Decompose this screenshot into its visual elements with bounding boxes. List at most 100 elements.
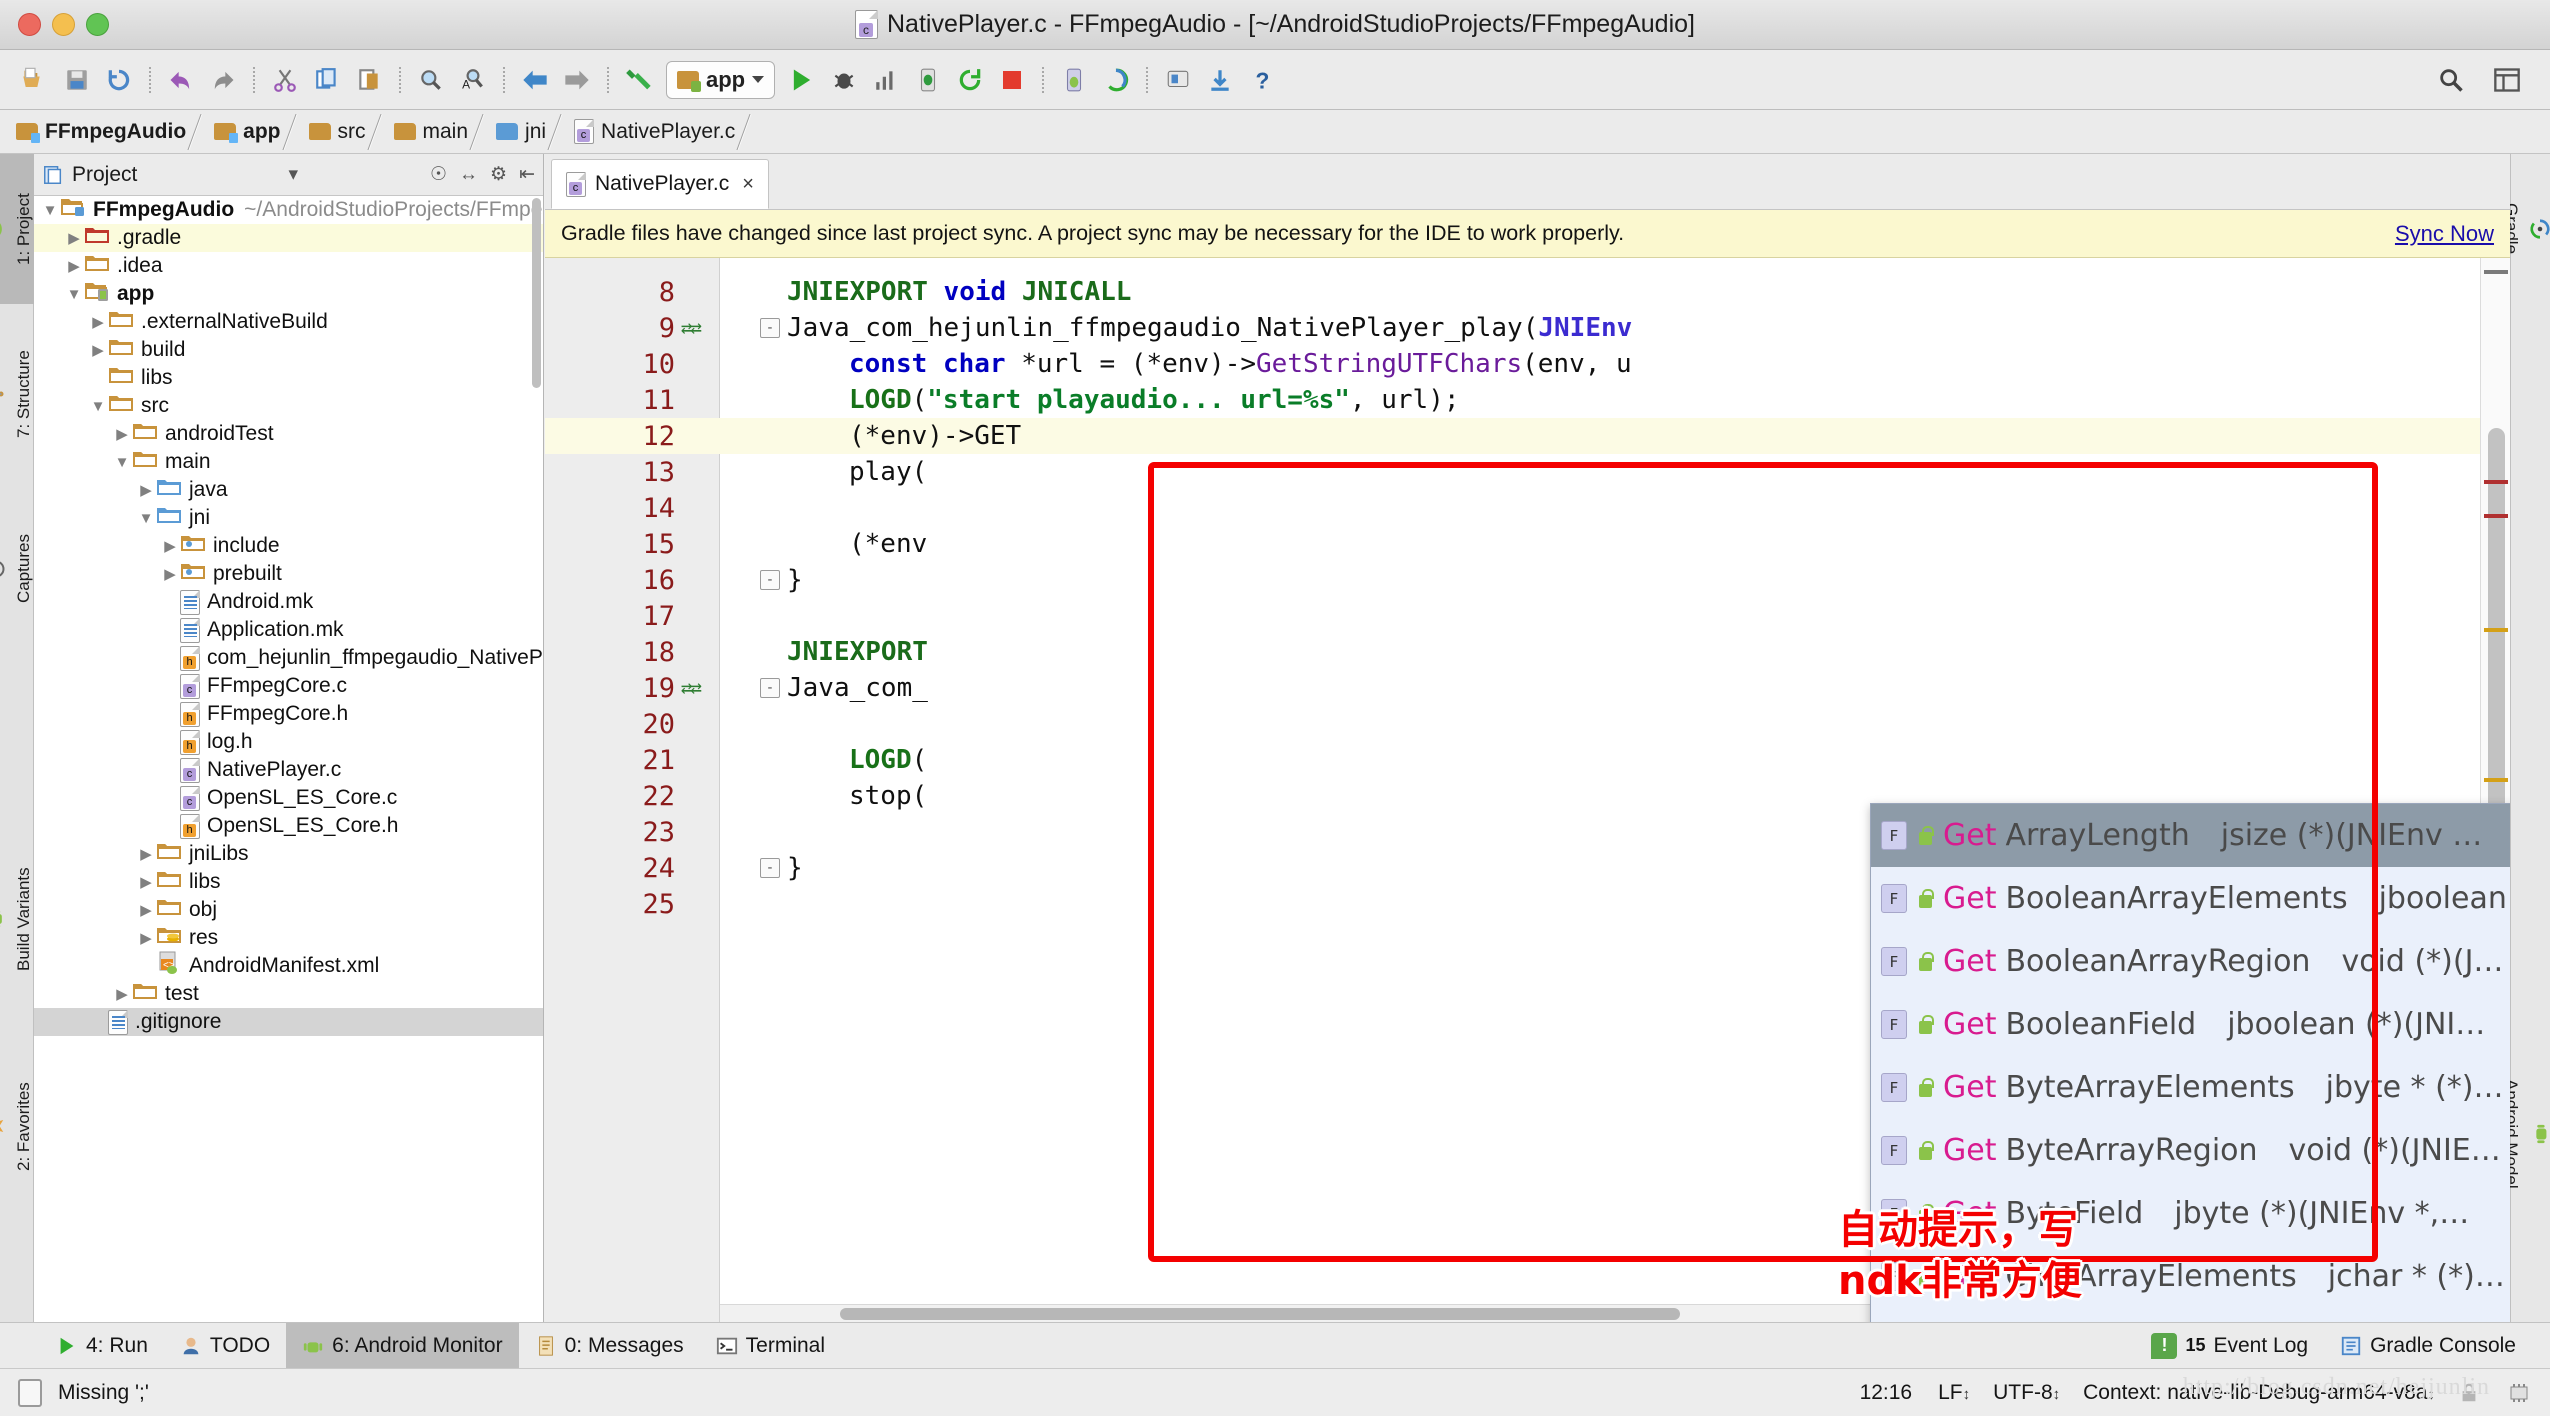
undo-icon[interactable] <box>160 59 202 101</box>
tree-node[interactable]: ▶java <box>34 476 543 504</box>
tree-node[interactable]: ▶.gitignore <box>34 1008 543 1036</box>
collapse-scope-icon[interactable]: ☉ <box>430 163 447 186</box>
tree-node[interactable]: ▶libs <box>34 868 543 896</box>
autocomplete-item[interactable]: FGetBooleanArrayRegionvoid (*)(J… <box>1871 930 2510 993</box>
help-icon[interactable]: ? <box>1241 59 1283 101</box>
stop-icon[interactable] <box>991 59 1033 101</box>
forward-icon[interactable] <box>556 59 598 101</box>
tree-node[interactable]: ▼jni <box>34 504 543 532</box>
chevron-right-icon[interactable]: ▶ <box>160 537 180 555</box>
replace-icon[interactable]: A <box>452 59 494 101</box>
tree-node[interactable]: ▶test <box>34 980 543 1008</box>
tree-node[interactable]: ▶.externalNativeBuild <box>34 308 543 336</box>
window-controls[interactable] <box>18 13 109 36</box>
maximize-window-button[interactable] <box>86 13 109 36</box>
bottom-item-run[interactable]: 4: Run <box>40 1323 164 1369</box>
tree-node[interactable]: ▶hlog.h <box>34 728 543 756</box>
chevron-right-icon[interactable]: ▶ <box>160 789 180 807</box>
paste-icon[interactable] <box>348 59 390 101</box>
bottom-item-gradle-console[interactable]: Gradle Console <box>2324 1323 2532 1369</box>
chevron-right-icon[interactable]: ▶ <box>160 705 180 723</box>
run-button[interactable] <box>781 59 823 101</box>
tree-node[interactable]: ▶jniLibs <box>34 840 543 868</box>
sync-icon[interactable] <box>98 59 140 101</box>
back-icon[interactable] <box>514 59 556 101</box>
code-line[interactable]: 14 <box>545 490 2510 526</box>
project-tree-scrollbar[interactable] <box>532 198 541 388</box>
chevron-right-icon[interactable]: ▶ <box>160 565 180 583</box>
tree-node[interactable]: ▶libs <box>34 364 543 392</box>
code-line[interactable]: 17 <box>545 598 2510 634</box>
code-line[interactable]: 21LOGD( <box>545 742 2510 778</box>
settings-gear-icon[interactable]: ⚙ <box>490 163 507 186</box>
breadcrumb-item-app[interactable]: app <box>210 110 286 154</box>
sidebar-item-captures[interactable]: Captures <box>0 484 34 654</box>
tree-node[interactable]: ▶hcom_hejunlin_ffmpegaudio_NativePlayer.… <box>34 644 543 672</box>
sync-now-link[interactable]: Sync Now <box>2395 221 2494 247</box>
chevron-down-icon[interactable]: ▼ <box>64 286 84 303</box>
chevron-right-icon[interactable]: ▶ <box>160 817 180 835</box>
breadcrumb-item-src[interactable]: src <box>305 110 372 154</box>
breadcrumb-item-ffmpegaudio[interactable]: FFmpegAudio <box>12 110 192 154</box>
chevron-right-icon[interactable]: ▶ <box>88 341 108 359</box>
chevron-right-icon[interactable]: ▶ <box>160 593 180 611</box>
bottom-item-terminal[interactable]: Terminal <box>700 1323 841 1369</box>
code-line[interactable]: 18JNIEXPORT <box>545 634 2510 670</box>
caret-position[interactable]: 12:16 <box>1860 1381 1913 1405</box>
breadcrumb-item-jni[interactable]: jni <box>492 110 552 154</box>
tree-node[interactable]: ▶cFFmpegCore.c <box>34 672 543 700</box>
chevron-right-icon[interactable]: ▶ <box>64 257 84 275</box>
bottom-item-event-log[interactable]: ! 15 Event Log <box>2135 1323 2324 1369</box>
minimize-window-button[interactable] <box>52 13 75 36</box>
sidebar-item-build-variants[interactable]: Build Variants <box>0 804 34 1034</box>
chevron-down-icon[interactable]: ▼ <box>88 398 108 415</box>
open-file-icon[interactable] <box>14 59 56 101</box>
copy-icon[interactable] <box>306 59 348 101</box>
autocomplete-item[interactable]: FGetBooleanFieldjboolean (*)(JNI… <box>1871 993 2510 1056</box>
cut-icon[interactable] <box>264 59 306 101</box>
tree-node[interactable]: ▶res <box>34 924 543 952</box>
chevron-right-icon[interactable]: ▶ <box>136 481 156 499</box>
code-line[interactable]: 13play( <box>545 454 2510 490</box>
tree-node[interactable]: ▶.gradle <box>34 224 543 252</box>
rerun-icon[interactable] <box>949 59 991 101</box>
chevron-right-icon[interactable]: ▶ <box>136 845 156 863</box>
toggle-toolwindows-icon[interactable] <box>18 1379 42 1407</box>
bottom-item-android-monitor[interactable]: 6: Android Monitor <box>286 1323 518 1369</box>
find-icon[interactable] <box>410 59 452 101</box>
chevron-down-icon[interactable]: ▾ <box>288 163 298 186</box>
attach-debugger-icon[interactable] <box>907 59 949 101</box>
tree-node[interactable]: ▶build <box>34 336 543 364</box>
chevron-right-icon[interactable]: ▶ <box>136 957 156 975</box>
chevron-down-icon[interactable]: ▼ <box>40 202 60 219</box>
autocomplete-item[interactable]: FGetBooleanArrayElementsjboolean… <box>1871 867 2510 930</box>
breadcrumb-item-nativeplayer[interactable]: c NativePlayer.c <box>570 110 741 154</box>
run-to-cursor-icon[interactable] <box>865 59 907 101</box>
chevron-right-icon[interactable]: ▶ <box>112 985 132 1003</box>
autocomplete-item[interactable]: FGetArrayLengthjsize (*)(JNIEnv … <box>1871 804 2510 867</box>
autocomplete-item[interactable]: FGetByteArrayElementsjbyte * (*)… <box>1871 1056 2510 1119</box>
project-tree[interactable]: ▼FFmpegAudio~/AndroidStudioProjects/FFmp… <box>34 196 543 1272</box>
collapse-all-icon[interactable]: ↔ <box>459 164 478 186</box>
sdk-manager-icon[interactable] <box>1095 59 1137 101</box>
chevron-right-icon[interactable]: ▶ <box>88 313 108 331</box>
chevron-down-icon[interactable]: ▼ <box>112 454 132 471</box>
tree-node[interactable]: ▶hOpenSL_ES_Core.h <box>34 812 543 840</box>
tree-node[interactable]: ▶include <box>34 532 543 560</box>
tree-node[interactable]: ▼FFmpegAudio~/AndroidStudioProjects/FFmp… <box>34 196 543 224</box>
line-separator[interactable]: LF↕ <box>1938 1381 1967 1405</box>
tree-node[interactable]: ▶obj <box>34 896 543 924</box>
chevron-right-icon[interactable]: ▶ <box>112 425 132 443</box>
chevron-right-icon[interactable]: ▶ <box>64 229 84 247</box>
chevron-down-icon[interactable]: ▼ <box>136 510 156 527</box>
chevron-right-icon[interactable]: ▶ <box>160 761 180 779</box>
tree-node[interactable]: ▶hFFmpegCore.h <box>34 700 543 728</box>
ddms-icon[interactable] <box>1157 59 1199 101</box>
tree-node[interactable]: ▶prebuilt <box>34 560 543 588</box>
chevron-right-icon[interactable]: ▶ <box>160 677 180 695</box>
tree-node[interactable]: ▶.idea <box>34 252 543 280</box>
tree-node[interactable]: ▼src <box>34 392 543 420</box>
redo-icon[interactable] <box>202 59 244 101</box>
tree-node[interactable]: ▼app <box>34 280 543 308</box>
layout-editor-icon[interactable] <box>2486 59 2528 101</box>
